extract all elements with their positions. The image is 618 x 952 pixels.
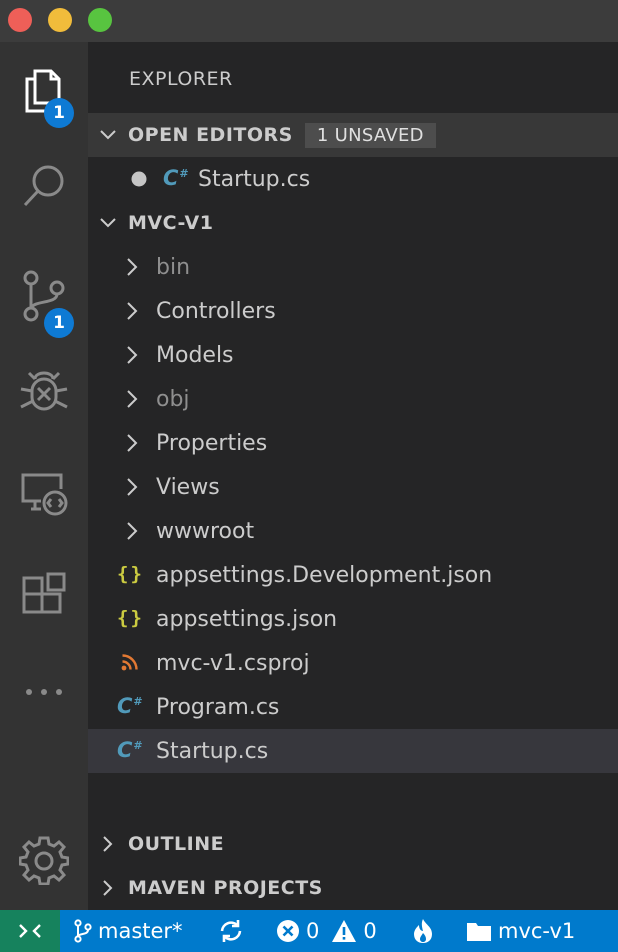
- folder-icon: [467, 923, 491, 941]
- json-icon: {}: [117, 563, 144, 585]
- dirty-dot-icon: [131, 171, 147, 187]
- folder-item[interactable]: Controllers: [88, 289, 618, 333]
- chevron-right-icon: [88, 822, 128, 866]
- folder-item[interactable]: bin: [88, 245, 618, 289]
- chevron-down-icon: [88, 201, 128, 245]
- folder-label: bin: [156, 254, 191, 280]
- folder-item[interactable]: Properties: [88, 421, 618, 465]
- folder-label: Views: [156, 474, 220, 500]
- settings-activity-button[interactable]: [0, 816, 88, 904]
- folder-item[interactable]: Models: [88, 333, 618, 377]
- open-editors-label: OPEN EDITORS: [128, 124, 293, 146]
- chevron-right-icon: [127, 434, 138, 452]
- explorer-badge: 1: [44, 98, 74, 128]
- extensions-icon: [20, 570, 68, 618]
- search-icon: [21, 163, 67, 209]
- zoom-window-button[interactable]: [88, 8, 112, 32]
- activity-bar: 1 1: [0, 42, 88, 910]
- remote-explorer-icon: [19, 471, 69, 517]
- source-control-badge: 1: [44, 308, 74, 338]
- project-label: MVC-V1: [128, 212, 214, 234]
- more-icon: [24, 687, 64, 697]
- file-label: Program.cs: [156, 694, 280, 720]
- chevron-right-icon: [127, 346, 138, 364]
- problems-button[interactable]: 0 0: [276, 910, 377, 952]
- title-bar: [0, 0, 618, 42]
- warning-icon: [332, 920, 357, 942]
- gear-icon: [19, 835, 69, 885]
- file-item-selected[interactable]: C# Startup.cs: [88, 729, 618, 773]
- outline-label: OUTLINE: [128, 833, 225, 855]
- maven-projects-label: MAVEN PROJECTS: [128, 877, 323, 899]
- git-branch-icon: [74, 919, 92, 943]
- file-item[interactable]: C# Program.cs: [88, 685, 618, 729]
- more-activity-button[interactable]: [0, 648, 88, 736]
- folder-label: obj: [156, 386, 190, 412]
- open-editors-header[interactable]: OPEN EDITORS 1 UNSAVED: [88, 113, 618, 157]
- rss-icon: [121, 654, 138, 671]
- explorer-sidebar: EXPLORER OPEN EDITORS 1 UNSAVED C# Start…: [88, 42, 618, 910]
- folder-item[interactable]: wwwroot: [88, 509, 618, 553]
- unsaved-badge: 1 UNSAVED: [304, 122, 436, 148]
- open-editor-label: Startup.cs: [198, 166, 311, 192]
- branch-button[interactable]: master*: [74, 910, 183, 952]
- csharp-icon: C#: [117, 694, 143, 718]
- sync-button[interactable]: [218, 910, 244, 952]
- minimize-window-button[interactable]: [48, 8, 72, 32]
- chevron-down-icon: [88, 113, 128, 157]
- extensions-activity-button[interactable]: [0, 550, 88, 638]
- debug-icon: [19, 367, 69, 417]
- file-item[interactable]: {} appsettings.Development.json: [88, 553, 618, 597]
- chevron-right-icon: [127, 302, 138, 320]
- chevron-right-icon: [127, 258, 138, 276]
- sync-icon: [220, 920, 242, 942]
- chevron-right-icon: [88, 866, 128, 910]
- remote-indicator-button[interactable]: [0, 910, 60, 952]
- sidebar-title: EXPLORER: [129, 68, 233, 90]
- project-header[interactable]: MVC-V1: [88, 201, 618, 245]
- folder-status-button[interactable]: mvc-v1: [466, 910, 575, 952]
- folder-item[interactable]: Views: [88, 465, 618, 509]
- file-item[interactable]: mvc-v1.csproj: [88, 641, 618, 685]
- maven-projects-header[interactable]: MAVEN PROJECTS: [88, 866, 618, 910]
- file-label: appsettings.json: [156, 606, 338, 632]
- explorer-activity-button[interactable]: 1: [0, 47, 88, 135]
- remote-icon: [19, 924, 41, 938]
- file-label: appsettings.Development.json: [156, 562, 493, 588]
- chevron-right-icon: [127, 478, 138, 496]
- flame-icon: [414, 919, 432, 943]
- file-item[interactable]: {} appsettings.json: [88, 597, 618, 641]
- status-bar: master* 0 0 mvc-v1: [0, 910, 618, 952]
- folder-label: Properties: [156, 430, 268, 456]
- csharp-icon: C#: [117, 738, 143, 762]
- json-icon: {}: [117, 607, 144, 629]
- branch-label: master*: [98, 919, 183, 943]
- outline-header[interactable]: OUTLINE: [88, 822, 618, 866]
- folder-label: Models: [156, 342, 234, 368]
- chevron-right-icon: [127, 390, 138, 408]
- folder-item[interactable]: obj: [88, 377, 618, 421]
- error-count: 0: [306, 919, 320, 943]
- folder-label: Controllers: [156, 298, 276, 324]
- file-label: mvc-v1.csproj: [156, 650, 310, 676]
- debug-activity-button[interactable]: [0, 348, 88, 436]
- flame-button[interactable]: [412, 910, 434, 952]
- csharp-icon: C#: [163, 166, 189, 190]
- source-control-activity-button[interactable]: 1: [0, 252, 88, 340]
- folder-label: wwwroot: [156, 518, 255, 544]
- file-label: Startup.cs: [156, 738, 269, 764]
- folder-status-label: mvc-v1: [498, 919, 576, 943]
- close-window-button[interactable]: [8, 8, 32, 32]
- warning-count: 0: [363, 919, 377, 943]
- chevron-right-icon: [127, 522, 138, 540]
- search-activity-button[interactable]: [0, 142, 88, 230]
- error-icon: [277, 920, 299, 942]
- remote-explorer-activity-button[interactable]: [0, 450, 88, 538]
- open-editor-item[interactable]: C# Startup.cs: [88, 157, 618, 201]
